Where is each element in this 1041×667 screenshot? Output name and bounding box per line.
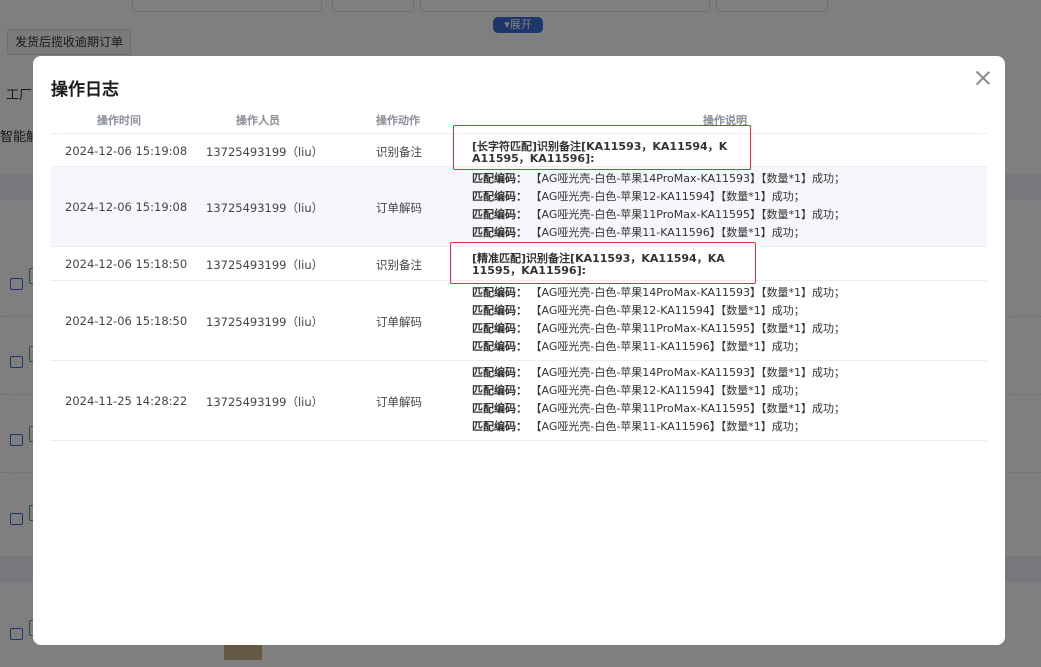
row-description: 匹配编码： 【AG哑光壳-白色-苹果14ProMax-KA11593】【数量*1… — [472, 170, 845, 242]
match-line: 匹配编码： 【AG哑光壳-白色-苹果11-KA11596】【数量*1】成功； — [472, 418, 845, 436]
match-label: 匹配编码： — [472, 322, 527, 335]
row-time: 2024-11-25 14:28:22 — [65, 394, 188, 408]
row-action: 识别备注 — [376, 258, 422, 272]
match-line: 匹配编码： 【AG哑光壳-白色-苹果11ProMax-KA11595】【数量*1… — [472, 320, 845, 338]
row-time: 2024-12-06 15:19:08 — [65, 144, 188, 158]
match-text: 【AG哑光壳-白色-苹果14ProMax-KA11593】【数量*1】成功； — [530, 366, 846, 379]
row-operator: 13725493199（liu） — [206, 145, 324, 159]
match-text: 【AG哑光壳-白色-苹果12-KA11594】【数量*1】成功； — [530, 190, 805, 203]
match-label: 匹配编码： — [472, 226, 527, 239]
match-line: 匹配编码： 【AG哑光壳-白色-苹果14ProMax-KA11593】【数量*1… — [472, 170, 845, 188]
match-line: 匹配编码： 【AG哑光壳-白色-苹果12-KA11594】【数量*1】成功； — [472, 302, 845, 320]
row-time: 2024-12-06 15:18:50 — [65, 314, 188, 328]
match-label: 匹配编码： — [472, 366, 527, 379]
match-label: 匹配编码： — [472, 340, 527, 353]
highlight-box — [450, 242, 756, 284]
row-description: 匹配编码： 【AG哑光壳-白色-苹果14ProMax-KA11593】【数量*1… — [472, 364, 845, 436]
match-text: 【AG哑光壳-白色-苹果12-KA11594】【数量*1】成功； — [530, 304, 805, 317]
match-label: 匹配编码： — [472, 384, 527, 397]
column-header-time: 操作时间 — [97, 114, 141, 127]
match-text: 【AG哑光壳-白色-苹果14ProMax-KA11593】【数量*1】成功； — [530, 172, 846, 185]
row-action: 识别备注 — [376, 145, 422, 159]
row-action: 订单解码 — [376, 201, 422, 215]
match-label: 匹配编码： — [472, 286, 527, 299]
match-text: 【AG哑光壳-白色-苹果11ProMax-KA11595】【数量*1】成功； — [530, 402, 846, 415]
row-operator: 13725493199（liu） — [206, 201, 324, 215]
match-text: 【AG哑光壳-白色-苹果11ProMax-KA11595】【数量*1】成功； — [530, 322, 846, 335]
match-label: 匹配编码： — [472, 190, 527, 203]
match-line: 匹配编码： 【AG哑光壳-白色-苹果11-KA11596】【数量*1】成功； — [472, 224, 845, 242]
table-row: 2024-12-06 15:19:08 13725493199（liu） 订单解… — [51, 167, 987, 247]
highlight-box — [453, 125, 751, 170]
match-text: 【AG哑光壳-白色-苹果12-KA11594】【数量*1】成功； — [530, 384, 805, 397]
match-line: 匹配编码： 【AG哑光壳-白色-苹果14ProMax-KA11593】【数量*1… — [472, 284, 845, 302]
operation-log-dialog: 操作日志 操作时间 操作人员 操作动作 操作说明 2024-12-06 15:1… — [33, 56, 1005, 645]
row-operator: 13725493199（liu） — [206, 258, 324, 272]
match-label: 匹配编码： — [472, 208, 527, 221]
match-label: 匹配编码： — [472, 304, 527, 317]
column-header-operator: 操作人员 — [236, 114, 280, 127]
row-action: 订单解码 — [376, 315, 422, 329]
match-line: 匹配编码： 【AG哑光壳-白色-苹果12-KA11594】【数量*1】成功； — [472, 188, 845, 206]
match-line: 匹配编码： 【AG哑光壳-白色-苹果12-KA11594】【数量*1】成功； — [472, 382, 845, 400]
row-time: 2024-12-06 15:19:08 — [65, 200, 188, 214]
table-row: 2024-12-06 15:18:50 13725493199（liu） 订单解… — [51, 281, 987, 361]
close-icon[interactable] — [973, 68, 993, 88]
match-label: 匹配编码： — [472, 172, 527, 185]
row-operator: 13725493199（liu） — [206, 315, 324, 329]
match-label: 匹配编码： — [472, 402, 527, 415]
match-text: 【AG哑光壳-白色-苹果11-KA11596】【数量*1】成功； — [530, 420, 805, 433]
match-line: 匹配编码： 【AG哑光壳-白色-苹果11ProMax-KA11595】【数量*1… — [472, 206, 845, 224]
match-text: 【AG哑光壳-白色-苹果11-KA11596】【数量*1】成功； — [530, 226, 805, 239]
match-line: 匹配编码： 【AG哑光壳-白色-苹果11-KA11596】【数量*1】成功； — [472, 338, 845, 356]
column-header-action: 操作动作 — [376, 114, 420, 127]
table-row: 2024-11-25 14:28:22 13725493199（liu） 订单解… — [51, 361, 987, 441]
match-text: 【AG哑光壳-白色-苹果14ProMax-KA11593】【数量*1】成功； — [530, 286, 846, 299]
match-text: 【AG哑光壳-白色-苹果11ProMax-KA11595】【数量*1】成功； — [530, 208, 846, 221]
row-operator: 13725493199（liu） — [206, 395, 324, 409]
row-action: 订单解码 — [376, 395, 422, 409]
row-description: 匹配编码： 【AG哑光壳-白色-苹果14ProMax-KA11593】【数量*1… — [472, 284, 845, 356]
match-line: 匹配编码： 【AG哑光壳-白色-苹果14ProMax-KA11593】【数量*1… — [472, 364, 845, 382]
match-line: 匹配编码： 【AG哑光壳-白色-苹果11ProMax-KA11595】【数量*1… — [472, 400, 845, 418]
dialog-title: 操作日志 — [51, 80, 119, 100]
match-label: 匹配编码： — [472, 420, 527, 433]
row-time: 2024-12-06 15:18:50 — [65, 257, 188, 271]
match-text: 【AG哑光壳-白色-苹果11-KA11596】【数量*1】成功； — [530, 340, 805, 353]
